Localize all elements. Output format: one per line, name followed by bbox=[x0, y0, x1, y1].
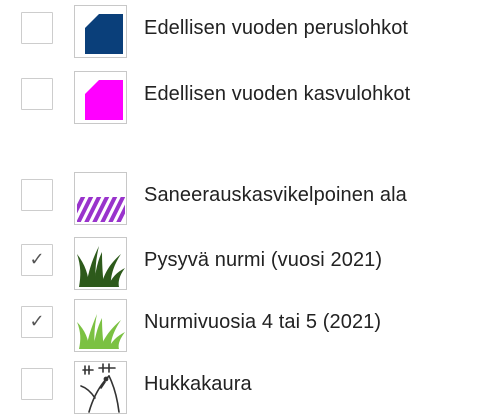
hatched-area-icon bbox=[74, 172, 127, 225]
grass-light-icon bbox=[74, 299, 127, 352]
layer-label-saneeraus: Saneerauskasvikelpoinen ala bbox=[144, 184, 407, 206]
grass-dark-icon bbox=[74, 237, 127, 290]
parcel-base-icon bbox=[74, 5, 127, 58]
checkmark-icon bbox=[22, 180, 52, 210]
legend-row-kasvulohkot: Edellisen vuoden kasvulohkot bbox=[0, 71, 480, 127]
layer-label-pysyva-nurmi: Pysyvä nurmi (vuosi 2021) bbox=[144, 249, 383, 271]
legend-row-nurmivuosia: ✓ Nurmivuosia 4 tai 5 (2021) bbox=[0, 299, 480, 355]
layer-checkbox-kasvulohkot[interactable] bbox=[21, 78, 53, 110]
layer-checkbox-nurmivuosia[interactable]: ✓ bbox=[21, 306, 53, 338]
checkmark-icon bbox=[22, 13, 52, 43]
legend-row-hukkakaura: Hukkakaura bbox=[0, 361, 480, 417]
wild-oat-icon bbox=[74, 361, 127, 414]
legend-row-peruslohkot: Edellisen vuoden peruslohkot bbox=[0, 5, 480, 61]
parcel-growth-icon bbox=[74, 71, 127, 124]
checkmark-icon: ✓ bbox=[29, 249, 45, 270]
layer-legend: Edellisen vuoden peruslohkot Edellisen v… bbox=[0, 0, 480, 419]
layer-label-kasvulohkot: Edellisen vuoden kasvulohkot bbox=[144, 83, 411, 105]
layer-checkbox-hukkakaura[interactable] bbox=[21, 368, 53, 400]
layer-label-hukkakaura: Hukkakaura bbox=[144, 373, 252, 395]
checkmark-icon: ✓ bbox=[29, 311, 45, 332]
legend-row-pysyva-nurmi: ✓ Pysyvä nurmi (vuosi 2021) bbox=[0, 237, 480, 293]
checkmark-icon bbox=[22, 369, 52, 399]
legend-row-saneeraus: Saneerauskasvikelpoinen ala bbox=[0, 172, 480, 228]
layer-checkbox-pysyva-nurmi[interactable]: ✓ bbox=[21, 244, 53, 276]
layer-label-nurmivuosia: Nurmivuosia 4 tai 5 (2021) bbox=[144, 311, 382, 333]
layer-label-peruslohkot: Edellisen vuoden peruslohkot bbox=[144, 17, 409, 39]
layer-checkbox-saneeraus[interactable] bbox=[21, 179, 53, 211]
layer-checkbox-peruslohkot[interactable] bbox=[21, 12, 53, 44]
checkmark-icon bbox=[22, 79, 52, 109]
